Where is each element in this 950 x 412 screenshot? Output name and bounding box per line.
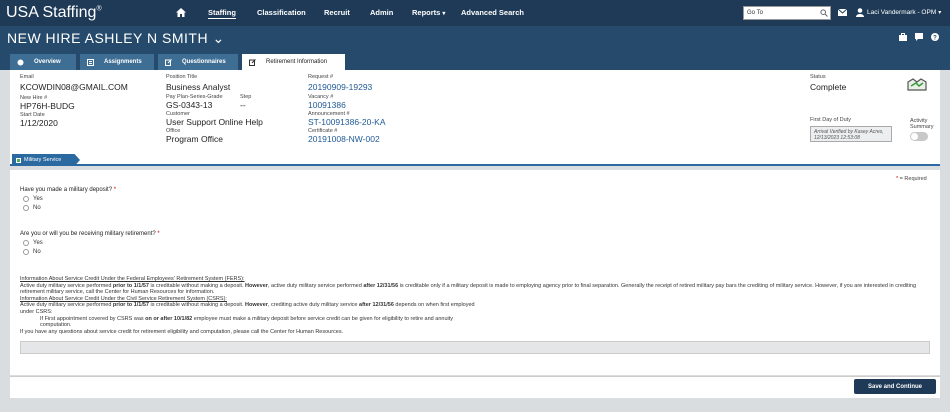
- chat-icon[interactable]: [915, 33, 923, 41]
- pay-plan-value: GS-0343-13: [166, 100, 213, 110]
- briefcase-icon[interactable]: [899, 33, 907, 41]
- radio-circle[interactable]: [23, 240, 29, 246]
- goto-input[interactable]: Go To: [743, 6, 831, 20]
- radio-retirement-no[interactable]: No: [23, 249, 41, 255]
- new-hire-summary: Email KCOWDIN08@GMAIL.COM New Hire # HP7…: [10, 70, 940, 152]
- nav-advanced-search[interactable]: Advanced Search: [461, 8, 524, 17]
- status-icon: [16, 157, 21, 163]
- customer-value: User Support Online Help: [166, 117, 263, 127]
- section-military-service[interactable]: Military Service: [12, 154, 80, 166]
- csrs-indented: If First appointment covered by CSRS was…: [40, 315, 453, 322]
- new-hire-value: HP76H-BUDG: [20, 101, 75, 111]
- position-label: Position Title: [166, 74, 198, 80]
- tab-retirement-information[interactable]: Retirement Information: [242, 54, 345, 70]
- edit-icon: [249, 58, 256, 66]
- nav-staffing[interactable]: Staffing: [208, 8, 236, 17]
- request-label: Request #: [308, 74, 334, 80]
- first-day-label: First Day of Duty: [810, 117, 851, 123]
- tab-questionnaires[interactable]: Questionnaires: [158, 54, 238, 70]
- footer-bar: [10, 376, 940, 398]
- radio-deposit-no[interactable]: No: [23, 205, 41, 211]
- search-icon[interactable]: [820, 9, 828, 17]
- page-title[interactable]: NEW HIRE ASHLEY N SMITH ⌄: [7, 30, 225, 47]
- fers-heading: Information About Service Credit Under t…: [20, 276, 245, 282]
- overview-icon: [17, 59, 24, 65]
- user-menu[interactable]: Laci Vandermark - OPM ▾: [867, 9, 941, 16]
- csrs-under: under CSRS:: [20, 308, 53, 315]
- step-value: --: [240, 100, 246, 110]
- radio-circle[interactable]: [23, 205, 29, 211]
- fers-paragraph: Active duty military service performed p…: [20, 282, 917, 296]
- question-military-deposit: Have you made a military deposit? *: [20, 187, 117, 193]
- nav-reports[interactable]: Reports ▾: [412, 8, 445, 17]
- status-value: Complete: [810, 82, 847, 92]
- activity-summary-label: Activity Summary: [910, 118, 934, 130]
- required-note: * = Required: [896, 176, 927, 182]
- position-value: Business Analyst: [166, 82, 231, 92]
- radio-circle[interactable]: [23, 249, 29, 255]
- office-value: Program Office: [166, 134, 224, 144]
- certificate-link[interactable]: 20191008-NW-002: [308, 134, 380, 144]
- save-and-continue-button[interactable]: Save and Continue: [854, 379, 936, 394]
- tab-overview[interactable]: Overview: [10, 54, 76, 70]
- email-label: Email: [20, 74, 34, 80]
- request-link[interactable]: 20190909-19293: [308, 82, 372, 92]
- app-logo[interactable]: USA Staffing®: [6, 4, 166, 22]
- help-icon[interactable]: ?: [931, 33, 939, 41]
- closing-note: If you have any questions about service …: [20, 328, 344, 335]
- status-label: Status: [810, 74, 826, 80]
- assignments-icon: [87, 58, 94, 66]
- nav-classification[interactable]: Classification: [257, 8, 306, 17]
- radio-retirement-yes[interactable]: Yes: [23, 240, 43, 246]
- radio-circle[interactable]: [23, 196, 29, 202]
- csrs-heading: Information About Service Credit Under t…: [20, 295, 227, 302]
- user-icon[interactable]: [856, 8, 864, 17]
- arrival-verified: Arrival Verified by Kasey Acres, 12/13/2…: [810, 126, 892, 142]
- csrs-paragraph: Active duty military service performed p…: [20, 302, 475, 309]
- military-service-form: * = Required Have you made a military de…: [10, 170, 940, 375]
- svg-text:?: ?: [933, 35, 937, 41]
- tab-assignments[interactable]: Assignments: [80, 54, 154, 70]
- vacancy-link[interactable]: 10091386: [308, 100, 346, 110]
- handshake-icon[interactable]: [907, 75, 927, 95]
- title-bar: NEW HIRE ASHLEY N SMITH ⌄: [0, 26, 950, 52]
- start-date-value: 1/12/2020: [20, 118, 58, 128]
- mail-icon[interactable]: [838, 9, 847, 16]
- home-icon[interactable]: [176, 8, 186, 17]
- email-value: KCOWDIN08@GMAIL.COM: [20, 82, 128, 92]
- question-military-retirement: Are you or will you be receiving militar…: [20, 231, 160, 237]
- announcement-link[interactable]: ST-10091386-20-KA: [308, 117, 386, 127]
- radio-deposit-yes[interactable]: Yes: [23, 196, 43, 202]
- section-bar: [10, 152, 940, 166]
- nav-admin[interactable]: Admin: [370, 8, 393, 17]
- activity-summary-toggle[interactable]: [910, 132, 928, 141]
- nav-recruit[interactable]: Recruit: [324, 8, 350, 17]
- csrs-indented-cont: computation.: [40, 322, 72, 329]
- chevron-down-icon: ▾: [938, 10, 942, 16]
- goto-placeholder: Go To: [747, 10, 763, 16]
- edit-icon: [165, 58, 172, 66]
- comments-field[interactable]: [20, 341, 930, 354]
- service-credit-info: Information About Service Credit Under t…: [20, 276, 930, 335]
- chevron-down-icon: ▾: [442, 11, 446, 17]
